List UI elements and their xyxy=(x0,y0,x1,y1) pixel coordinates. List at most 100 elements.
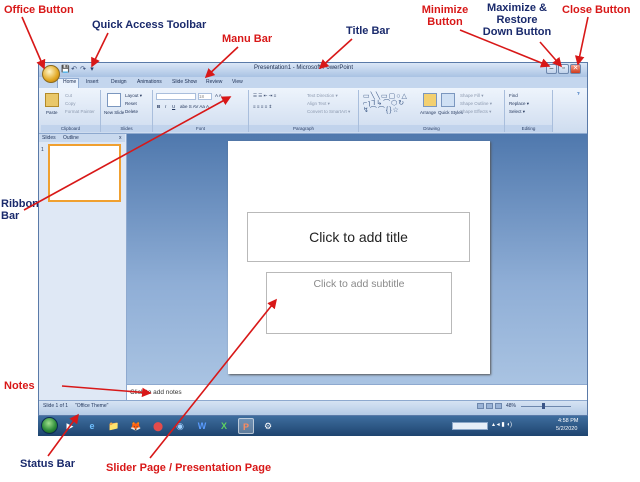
firefox-icon[interactable]: 🦊 xyxy=(128,418,144,434)
title-placeholder[interactable]: Click to add title xyxy=(247,212,470,262)
notes-placeholder[interactable]: Click to add notes xyxy=(130,389,182,396)
quick-styles-icon[interactable] xyxy=(441,93,455,107)
notes-pane[interactable]: Click to add notes xyxy=(127,384,587,401)
customize-qat-icon[interactable]: ▾ xyxy=(88,66,96,74)
maximize-button[interactable]: ▫ xyxy=(558,64,569,74)
close-button-arrow xyxy=(574,16,589,66)
pane-tabs: Slides Outline x xyxy=(39,134,125,142)
start-button[interactable] xyxy=(41,417,58,434)
italic-icon[interactable]: I xyxy=(165,104,166,109)
font-size-box[interactable]: 18 xyxy=(198,93,212,100)
find-label[interactable]: Find xyxy=(509,93,518,98)
clipboard-group: Paste Cut Copy Format Painter Clipboard xyxy=(41,90,101,132)
app-icon[interactable]: ◉ xyxy=(172,418,188,434)
layout-label[interactable]: Layout ▾ xyxy=(125,93,142,99)
language-bar[interactable] xyxy=(452,422,488,430)
format-painter-label[interactable]: Format Painter xyxy=(65,109,95,114)
clipboard-group-label: Clipboard xyxy=(41,125,100,132)
font-name-box[interactable] xyxy=(156,93,196,100)
align-text-label[interactable]: Align Text ▾ xyxy=(307,101,330,107)
cut-label[interactable]: Cut xyxy=(65,93,72,98)
tab-outline[interactable]: Outline xyxy=(63,135,79,141)
shape-fill-label[interactable]: Shape Fill ▾ xyxy=(460,93,484,99)
chrome-icon[interactable]: ⬤ xyxy=(150,418,166,434)
zoom-slider-handle[interactable] xyxy=(542,403,545,409)
clock-time[interactable]: 4:58 PM xyxy=(558,418,578,424)
reset-label[interactable]: Reset xyxy=(125,101,137,106)
delete-label[interactable]: Delete xyxy=(125,109,138,114)
list-icons[interactable]: ☰ ☰ ⇤ ⇥ ≡ xyxy=(253,93,276,99)
help-icon[interactable]: ? xyxy=(577,91,580,96)
new-slide-label[interactable]: New Slide xyxy=(104,110,124,115)
tab-animations[interactable]: Animations xyxy=(137,79,162,85)
paste-label[interactable]: Paste xyxy=(46,110,58,115)
save-icon[interactable]: 💾 xyxy=(61,66,70,74)
subtitle-placeholder[interactable]: Click to add subtitle xyxy=(266,272,452,334)
title-bar-annotation: Title Bar xyxy=(346,25,390,37)
tray-icons[interactable]: ▴ ◂ ▮ ◖) xyxy=(492,421,512,428)
select-label[interactable]: Select ▾ xyxy=(509,109,525,115)
zoom-level[interactable]: 48% xyxy=(506,403,516,409)
tab-home[interactable]: Home xyxy=(63,79,76,85)
replace-label[interactable]: Replace ▾ xyxy=(509,101,529,107)
file-explorer-icon[interactable]: 📁 xyxy=(106,418,122,434)
convert-smartart-label[interactable]: Convert to SmartArt ▾ xyxy=(307,109,350,115)
arrange-label[interactable]: Arrange xyxy=(420,110,436,115)
status-bar-annotation: Status Bar xyxy=(20,458,76,470)
slide-thumbnail[interactable] xyxy=(48,144,121,202)
grow-font-icon[interactable]: A A xyxy=(215,93,222,98)
slide-thumbnail-number: 1 xyxy=(41,147,44,153)
ribbon-annotation-line1: Ribbon xyxy=(1,198,39,210)
minimize-annotation-line1: Minimize xyxy=(421,4,469,16)
theme-status[interactable]: "Office Theme" xyxy=(75,403,108,409)
close-button-annotation: Close Button xyxy=(562,4,631,16)
copy-label[interactable]: Copy xyxy=(65,101,76,106)
tab-review[interactable]: Review xyxy=(206,79,222,85)
paste-icon[interactable] xyxy=(45,93,59,107)
normal-view-icon[interactable] xyxy=(477,403,484,409)
tab-slide-show[interactable]: Slide Show xyxy=(172,79,197,85)
maximize-annotation-line2: Restore xyxy=(496,14,538,26)
shapes-gallery-icons[interactable]: ▭╲╲▭▢○△ ⌐ɿ⅂↳⌒⬡↻ ↯⌒⌒{}☆ xyxy=(363,93,408,114)
slide-page[interactable]: Click to add title Click to add subtitle xyxy=(228,141,490,374)
quick-access-toolbar-annotation: Quick Access Toolbar xyxy=(92,19,207,31)
tab-design[interactable]: Design xyxy=(111,79,127,85)
new-slide-icon[interactable] xyxy=(107,93,121,107)
word-icon[interactable]: W xyxy=(194,418,210,434)
slideshow-view-icon[interactable] xyxy=(495,403,502,409)
slides-group-label: Slides xyxy=(101,125,152,132)
shape-outline-label[interactable]: Shape Outline ▾ xyxy=(460,101,492,107)
underline-icon[interactable]: U xyxy=(172,104,175,109)
slide-page-annotation: Slider Page / Presentation Page xyxy=(106,462,272,474)
font-format-icons[interactable]: abe S AV Aa A xyxy=(180,104,209,109)
internet-explorer-icon[interactable]: e xyxy=(84,418,100,434)
shape-effects-label[interactable]: Shape Effects ▾ xyxy=(460,109,491,115)
redo-icon[interactable]: ↷ xyxy=(79,66,87,74)
media-player-icon[interactable]: ▶ xyxy=(62,418,78,434)
clock-date[interactable]: 5/2/2020 xyxy=(556,426,577,432)
minimize-annotation-line2: Button xyxy=(427,16,463,28)
tab-insert[interactable]: Insert xyxy=(86,79,99,85)
ribbon-annotation-line2: Bar xyxy=(1,210,20,222)
powerpoint-window: 💾 ↶ ↷ ▾ Presentation1 - Microsoft PowerP… xyxy=(38,62,588,416)
slide-sorter-view-icon[interactable] xyxy=(486,403,493,409)
pane-close-icon[interactable]: x xyxy=(119,135,122,141)
office-button[interactable] xyxy=(42,65,60,83)
align-icons[interactable]: ≡ ≡ ≡ ≡ ⇕ xyxy=(253,104,272,110)
minimize-button[interactable]: – xyxy=(546,64,557,74)
excel-icon[interactable]: X xyxy=(216,418,232,434)
settings-icon[interactable]: ⚙ xyxy=(260,418,276,434)
text-direction-label[interactable]: Text Direction ▾ xyxy=(307,93,338,99)
tab-view[interactable]: View xyxy=(232,79,243,85)
powerpoint-taskbar-icon[interactable]: P xyxy=(238,418,254,434)
zoom-slider[interactable] xyxy=(521,406,571,407)
ribbon-bar: Paste Cut Copy Format Painter Clipboard … xyxy=(39,88,587,134)
drawing-group: ▭╲╲▭▢○△ ⌐ɿ⅂↳⌒⬡↻ ↯⌒⌒{}☆ Arrange Quick Style… xyxy=(359,90,505,132)
editing-group: Find Replace ▾ Select ▾ Editing xyxy=(505,90,553,132)
arrange-icon[interactable] xyxy=(423,93,437,107)
tab-slides[interactable]: Slides xyxy=(42,135,56,141)
undo-icon[interactable]: ↶ xyxy=(70,66,78,74)
bold-icon[interactable]: B xyxy=(157,104,160,109)
editing-group-label: Editing xyxy=(505,125,552,132)
close-button[interactable]: ✕ xyxy=(570,64,581,74)
